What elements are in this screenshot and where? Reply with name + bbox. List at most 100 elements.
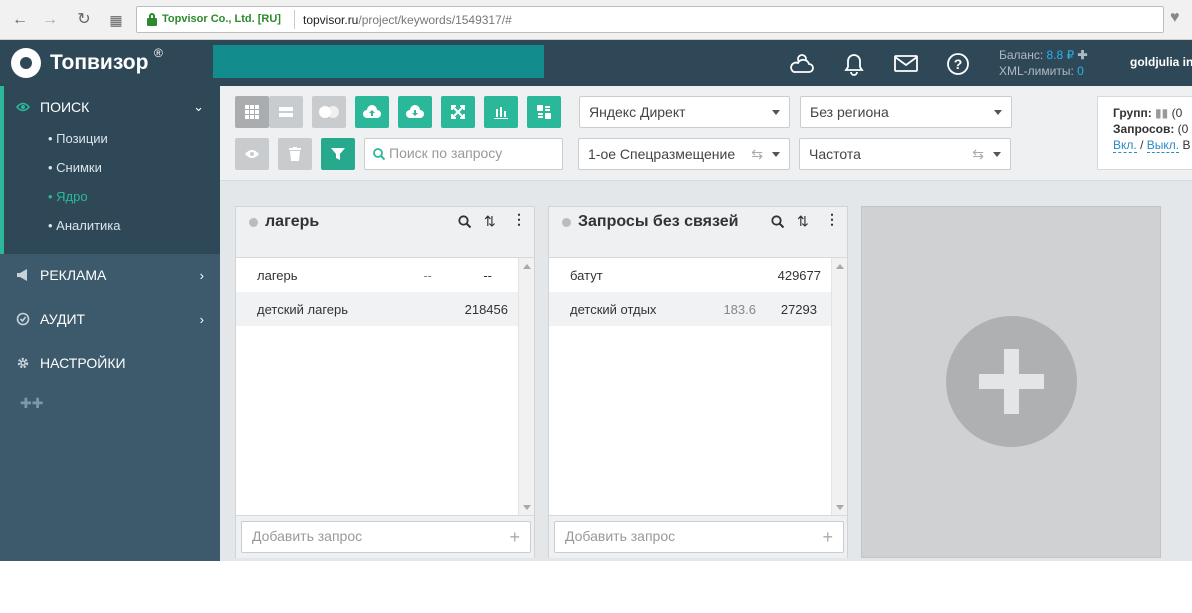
grid-icon	[245, 105, 259, 119]
user-menu[interactable]: goldjulia in	[1130, 55, 1192, 69]
grid-view-button[interactable]	[235, 96, 269, 128]
back-icon[interactable]: ←	[10, 10, 30, 30]
search-icon[interactable]	[458, 215, 472, 229]
group-status-dot[interactable]	[249, 218, 258, 227]
list-icon	[279, 107, 293, 117]
cloud-download-icon	[406, 105, 424, 118]
plus-icon[interactable]: +	[509, 527, 520, 548]
add-query-row: +	[236, 515, 534, 558]
frequency-select[interactable]: Частота ⇆	[799, 138, 1011, 170]
chevron-right-icon: ›	[199, 311, 204, 327]
sidebar: ПОИСК ⌄ • Позиции • Снимки • Ядро • Анал…	[0, 86, 220, 561]
more-vertical-icon[interactable]: ⋮	[512, 211, 526, 228]
clusters-icon	[537, 105, 551, 119]
enable-link[interactable]: Вкл.	[1113, 138, 1137, 153]
add-group-panel[interactable]	[861, 206, 1161, 558]
trash-icon	[289, 147, 301, 161]
sidebar-item-analytics[interactable]: • Аналитика	[48, 218, 121, 233]
table-row[interactable]: детский лагерь 218456	[236, 292, 518, 326]
chevron-down-icon	[772, 110, 780, 115]
sidebar-item-snapshots[interactable]: • Снимки	[48, 160, 102, 175]
sidebar-item-settings[interactable]: НАСТРОЙКИ	[16, 352, 216, 374]
logo-icon[interactable]	[11, 48, 41, 78]
table-row[interactable]: лагерь -- --	[236, 258, 518, 292]
main-content: Яндекс Директ Без региона 1-ое Спецразме…	[220, 86, 1192, 561]
add-group-plus-icon[interactable]	[946, 316, 1077, 447]
add-query-field[interactable]: +	[241, 521, 531, 553]
chart-button[interactable]	[484, 96, 518, 128]
keyword-group-panel: Запросы без связей ⇅ ⋮ батут 429677 детс…	[548, 206, 848, 558]
app-header: Топвизор ® ? Баланс: 8.8 ₽ ✚ XML-лимиты:…	[0, 40, 1192, 86]
sort-icon[interactable]: ⇅	[797, 213, 809, 230]
add-query-input[interactable]	[565, 528, 805, 544]
more-vertical-icon[interactable]: ⋮	[825, 211, 839, 228]
logo-text[interactable]: Топвизор	[50, 51, 148, 75]
table-row[interactable]: детский отдых 183.6 27293	[549, 292, 831, 326]
scrollbar[interactable]	[518, 258, 534, 516]
clusters-button[interactable]	[527, 96, 561, 128]
sync-icon: ⇆	[751, 146, 763, 162]
expand-button[interactable]	[441, 96, 475, 128]
browser-toolbar: ← → ↻ ▦ Topvisor Co., Ltd. [RU] topvisor…	[0, 0, 1192, 40]
group-status-dot[interactable]	[562, 218, 571, 227]
balance-info[interactable]: Баланс: 8.8 ₽ ✚ XML-лимиты: 0	[999, 47, 1088, 79]
cloud-upload-icon	[363, 105, 381, 118]
panel-header: Запросы без связей ⇅ ⋮	[549, 207, 847, 258]
bookmark-heart-icon[interactable]: ♥	[1170, 9, 1180, 27]
list-view-button[interactable]	[269, 96, 303, 128]
plus-icon[interactable]: +	[822, 527, 833, 548]
toggle-icon	[319, 106, 339, 118]
upload-button[interactable]	[355, 96, 389, 128]
eye-icon	[245, 150, 259, 158]
reload-icon[interactable]: ↻	[74, 10, 94, 30]
header-banner	[213, 45, 544, 78]
delete-button[interactable]	[278, 138, 312, 170]
apps-grid-icon[interactable]: ▦	[106, 10, 126, 30]
registered-mark: ®	[154, 46, 163, 60]
panel-header: лагерь ⇅ ⋮	[236, 207, 534, 258]
search-input[interactable]	[389, 145, 559, 161]
collapse-sidebar-icon[interactable]: ✚✚	[20, 395, 43, 412]
sort-icon[interactable]: ⇅	[484, 213, 496, 230]
placement-select[interactable]: 1-ое Спецразмещение ⇆	[578, 138, 790, 170]
search-icon	[373, 148, 385, 160]
mail-icon[interactable]	[893, 52, 919, 76]
panel-title[interactable]: Запросы без связей	[578, 213, 738, 231]
keyword-group-panel: лагерь ⇅ ⋮ лагерь -- -- детский лагерь 2…	[235, 206, 535, 558]
filter-button[interactable]	[321, 138, 355, 170]
add-balance-icon: ✚	[1077, 48, 1088, 62]
sidebar-item-search[interactable]: ПОИСК ⌄	[16, 96, 216, 118]
disable-link[interactable]: Выкл.	[1146, 138, 1180, 153]
keywords-toolbar: Яндекс Директ Без региона 1-ое Спецразме…	[220, 86, 1192, 181]
bell-icon[interactable]	[841, 52, 867, 76]
expand-arrows-icon	[451, 105, 465, 119]
chevron-right-icon: ›	[199, 267, 204, 283]
engine-select[interactable]: Яндекс Директ	[579, 96, 790, 128]
project-summary: Групп: ▮▮ (0 Запросов: (0 Вкл. / Выкл. В	[1097, 96, 1192, 170]
lock-icon	[147, 13, 157, 26]
sidebar-item-positions[interactable]: • Позиции	[48, 131, 108, 146]
download-button[interactable]	[398, 96, 432, 128]
sync-icon: ⇆	[972, 146, 984, 162]
panel-title[interactable]: лагерь	[265, 213, 319, 231]
help-icon[interactable]: ?	[945, 52, 971, 76]
url-text[interactable]: topvisor.ru/project/keywords/1549317/#	[303, 13, 512, 27]
forward-icon[interactable]: →	[40, 10, 60, 30]
xml-limits-value: 0	[1077, 64, 1084, 78]
sidebar-item-ads[interactable]: РЕКЛАМА ›	[16, 264, 216, 286]
address-bar[interactable]: Topvisor Co., Ltd. [RU] topvisor.ru/proj…	[136, 6, 1164, 33]
region-select[interactable]: Без региона	[800, 96, 1012, 128]
toggle-button[interactable]	[312, 96, 346, 128]
filter-icon	[331, 148, 345, 160]
add-query-input[interactable]	[252, 528, 492, 544]
sidebar-item-core[interactable]: • Ядро	[48, 189, 88, 204]
sidebar-item-audit[interactable]: АУДИТ ›	[16, 308, 216, 330]
add-query-row: +	[549, 515, 847, 558]
keyword-search[interactable]	[364, 138, 563, 170]
weather-icon[interactable]	[789, 52, 815, 76]
table-row[interactable]: батут 429677	[549, 258, 831, 292]
show-hidden-button[interactable]	[235, 138, 269, 170]
scrollbar[interactable]	[831, 258, 847, 516]
search-icon[interactable]	[771, 215, 785, 229]
add-query-field[interactable]: +	[554, 521, 844, 553]
